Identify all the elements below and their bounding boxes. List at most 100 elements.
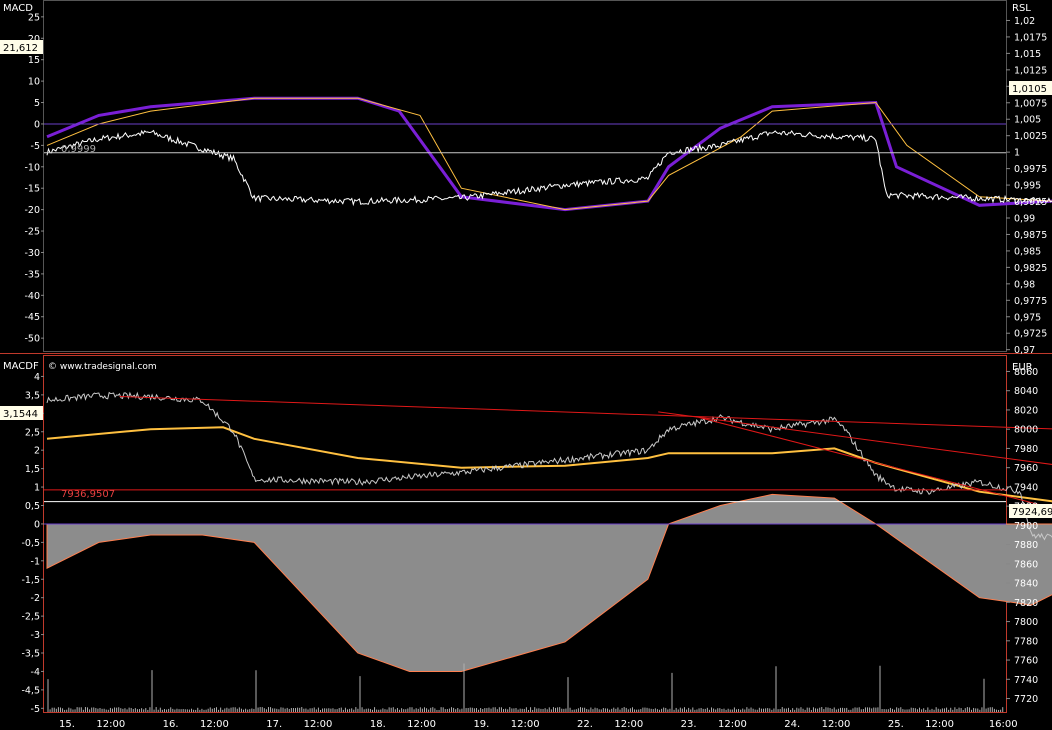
- time-tick-label: 12:00: [925, 719, 954, 730]
- time-tick-label: 12:00: [718, 719, 747, 730]
- ref-line-label: 0,9999: [61, 144, 96, 155]
- right-tick-label: 8020: [1014, 405, 1038, 416]
- left-tick-label: -0,5: [21, 538, 40, 549]
- left-tick-label: -5: [31, 704, 40, 715]
- right-tick-label: 7980: [1014, 444, 1038, 455]
- chart-canvas: MACD RSL MACDF EUR © www.tradesignal.com…: [0, 0, 1052, 730]
- left-tick-label: -50: [24, 334, 40, 345]
- right-tick-label: 7780: [1014, 636, 1038, 647]
- left-tick-label: 10: [28, 77, 40, 88]
- right-tick-label: 0,975: [1014, 312, 1041, 323]
- right-tick-label: 7800: [1014, 617, 1038, 628]
- right-tick-label: 1,0025: [1014, 131, 1047, 142]
- left-tick-label: -3,5: [21, 649, 40, 660]
- left-tick-label: 25: [28, 12, 40, 23]
- left-tick-label: 0: [34, 519, 40, 530]
- right-tick-label: 0,9925: [1014, 197, 1047, 208]
- right-tick-label: 8000: [1014, 425, 1038, 436]
- left-tick-label: 1: [34, 483, 40, 494]
- left-tick-label: -2,5: [21, 612, 40, 623]
- macd-line: [46, 96, 1052, 212]
- left-tick-label: -4: [31, 667, 40, 678]
- right-tick-label: 0,98: [1014, 279, 1035, 290]
- left-tick-label: 1,5: [25, 464, 40, 475]
- right-tick-label: 7860: [1014, 559, 1038, 570]
- time-tick-label: 12:00: [304, 719, 333, 730]
- right-tick-label: 0,97: [1014, 345, 1035, 356]
- chart-window: MACD RSL MACDF EUR © www.tradesignal.com…: [0, 0, 1052, 730]
- right-tick-label: 8040: [1014, 386, 1038, 397]
- left-tick-label: 0: [34, 119, 40, 130]
- watermark: © www.tradesignal.com: [48, 362, 157, 372]
- time-tick-label: 18.: [370, 719, 386, 730]
- right-tick-label: 7720: [1014, 694, 1038, 705]
- time-tick-label: 15.: [59, 719, 75, 730]
- hline-label: 7936,9507: [61, 489, 115, 500]
- right-tick-label: 0,9875: [1014, 230, 1047, 241]
- right-tick-label: 0,9825: [1014, 263, 1047, 274]
- left-tick-label: -45: [24, 312, 40, 323]
- right-tick-label: 7960: [1014, 463, 1038, 474]
- plot-layer: [44, 96, 1052, 712]
- right-tick-label: 1,015: [1014, 49, 1041, 60]
- left-tick-label: -30: [24, 248, 40, 259]
- left-tick-label: 4: [34, 372, 40, 383]
- left-tick-label: -35: [24, 269, 40, 280]
- left-tick-label: -3: [31, 630, 40, 641]
- right-tick-label: 7840: [1014, 579, 1038, 590]
- signal-line: [46, 97, 1052, 211]
- macdf-axis-title: MACDF: [3, 361, 39, 372]
- right-tick-label: 7880: [1014, 540, 1038, 551]
- right-tick-label: 0,9975: [1014, 164, 1047, 175]
- left-tick-label: -1,5: [21, 575, 40, 586]
- right-tick-label: 1,0075: [1014, 98, 1047, 109]
- left-tick-label: -1: [31, 556, 40, 567]
- time-tick-label: 24.: [784, 719, 800, 730]
- left-tick-label: -2: [31, 593, 40, 604]
- histogram-area: [46, 493, 1052, 672]
- time-tick-label: 19.: [473, 719, 489, 730]
- left-tick-label: 2,5: [25, 427, 40, 438]
- right-tick-label: 0,99: [1014, 213, 1035, 224]
- rsl-current-value: 1,0105: [1012, 84, 1047, 95]
- time-tick-label: 16:00: [989, 719, 1018, 730]
- right-tick-label: 7900: [1014, 521, 1038, 532]
- time-tick-label: 12:00: [200, 719, 229, 730]
- right-tick-label: 7760: [1014, 656, 1038, 667]
- left-tick-label: -25: [24, 227, 40, 238]
- rsl-axis-title: RSL: [1012, 3, 1031, 14]
- left-tick-label: 5: [34, 98, 40, 109]
- left-tick-label: 2: [34, 446, 40, 457]
- left-tick-label: 3,5: [25, 390, 40, 401]
- time-tick-label: 12:00: [614, 719, 643, 730]
- rsl-price-line: [46, 129, 1052, 207]
- time-tick-label: 12:00: [822, 719, 851, 730]
- time-tick-label: 12:00: [511, 719, 540, 730]
- time-tick-label: 12:00: [407, 719, 436, 730]
- left-tick-label: 0,5: [25, 501, 40, 512]
- right-tick-label: 1,0175: [1014, 32, 1047, 43]
- right-tick-label: 0,985: [1014, 246, 1041, 257]
- left-tick-label: -40: [24, 291, 40, 302]
- right-tick-label: 1: [1014, 148, 1020, 159]
- left-tick-label: -4,5: [21, 685, 40, 696]
- right-tick-label: 0,9775: [1014, 296, 1047, 307]
- right-tick-label: 1,0125: [1014, 65, 1047, 76]
- right-tick-label: 0,9725: [1014, 329, 1047, 340]
- macd-current-value: 21,612: [3, 43, 38, 54]
- left-tick-label: -5: [31, 141, 40, 152]
- eur-current-value: 7924,69: [1012, 507, 1052, 518]
- time-tick-label: 25.: [888, 719, 904, 730]
- macdf-current-value: 3,1544: [3, 409, 38, 420]
- left-tick-label: -15: [24, 184, 40, 195]
- right-tick-label: 8060: [1014, 367, 1038, 378]
- time-tick-label: 23.: [681, 719, 697, 730]
- right-tick-label: 7740: [1014, 675, 1038, 686]
- left-tick-label: -20: [24, 205, 40, 216]
- right-tick-label: 1,02: [1014, 16, 1035, 27]
- right-tick-label: 1,005: [1014, 115, 1041, 126]
- top-panel-frame: [43, 0, 1007, 352]
- trendline: [119, 396, 1052, 430]
- time-tick-label: 17.: [266, 719, 282, 730]
- time-tick-label: 16.: [163, 719, 179, 730]
